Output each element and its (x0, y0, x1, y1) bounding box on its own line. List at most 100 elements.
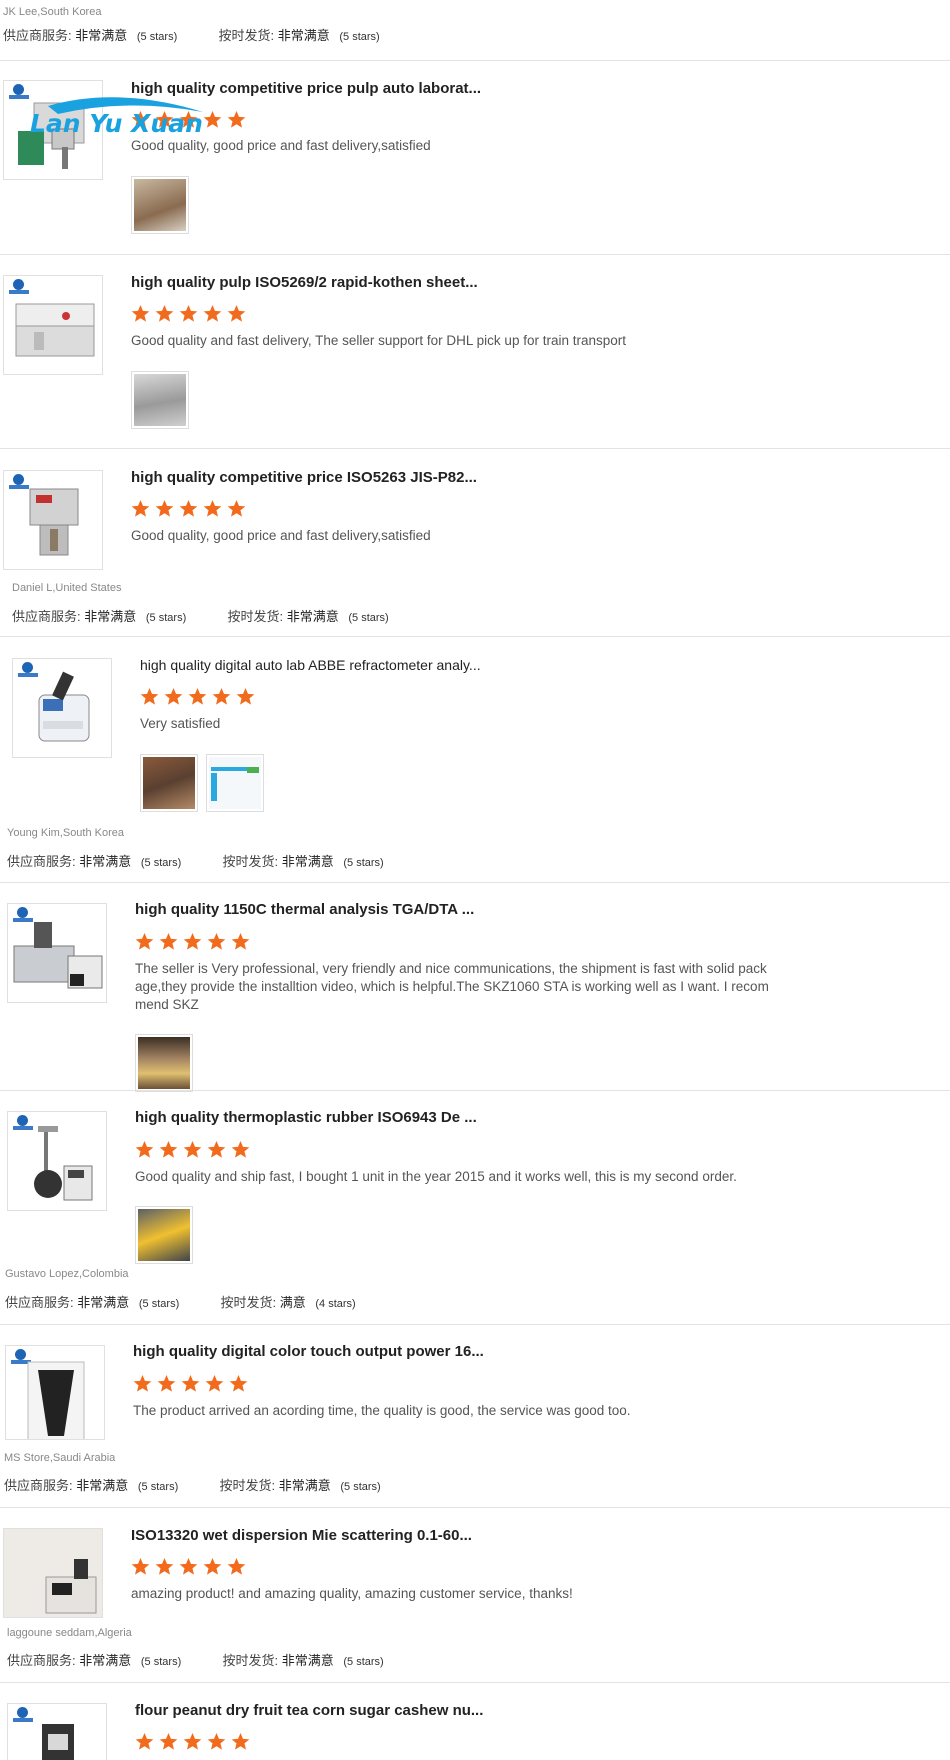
shipping-label: 按时发货: (222, 1653, 279, 1668)
review-comment: The seller is Very professional, very fr… (135, 961, 769, 1012)
divider (0, 636, 950, 637)
star-icon (227, 499, 246, 517)
product-thumbnail[interactable] (3, 470, 103, 570)
buyer-name: JK Lee,South Korea (3, 6, 102, 18)
supplier-service-stars: (5 stars) (137, 1481, 179, 1493)
supplier-service-stars: (5 stars) (145, 612, 187, 624)
shipping-stars: (5 stars) (339, 31, 380, 43)
rating-summary: 供应商服务: 非常满意 (5 stars) 按时发货: 满意 (4 stars) (5, 1292, 356, 1311)
review-photo[interactable] (131, 176, 189, 234)
star-icon (131, 304, 150, 322)
review-photo[interactable] (135, 1034, 193, 1092)
review-stars (131, 304, 251, 324)
star-icon (207, 932, 226, 950)
supplier-service-stars: (5 stars) (136, 31, 178, 43)
star-icon (183, 1140, 202, 1158)
product-thumbnail[interactable] (5, 1345, 105, 1440)
star-icon (155, 304, 174, 322)
product-thumbnail[interactable] (3, 1528, 103, 1618)
shipping-value: 非常满意 (278, 1478, 331, 1493)
product-thumbnail[interactable] (7, 1703, 107, 1760)
supplier-service-value: 非常满意 (79, 1653, 132, 1668)
star-icon (231, 1732, 250, 1750)
star-icon (164, 687, 183, 705)
review-photo[interactable] (206, 754, 264, 812)
star-icon (203, 304, 222, 322)
review-photo[interactable] (131, 371, 189, 429)
star-icon (135, 932, 154, 950)
product-title-link[interactable]: high quality thermoplastic rubber ISO694… (135, 1109, 477, 1126)
review-comment: amazing product! and amazing quality, am… (131, 1586, 573, 1601)
star-icon (179, 1557, 198, 1575)
supplier-service-value: 非常满意 (76, 1478, 129, 1493)
star-icon (207, 1732, 226, 1750)
star-icon (155, 1557, 174, 1575)
supplier-service-value: 非常满意 (79, 854, 132, 869)
supplier-service-label: 供应商服务: (7, 1653, 76, 1668)
divider (0, 60, 950, 61)
star-icon (231, 1140, 250, 1158)
star-icon (231, 932, 250, 950)
rating-summary: 供应商服务: 非常满意 (5 stars) 按时发货: 非常满意 (5 star… (7, 851, 384, 870)
product-title-link[interactable]: high quality 1150C thermal analysis TGA/… (135, 901, 474, 918)
shipping-label: 按时发货: (219, 1478, 276, 1493)
shipping-stars: (5 stars) (340, 1481, 381, 1493)
review-photo[interactable] (140, 754, 198, 812)
star-icon (188, 687, 207, 705)
review-stars (135, 932, 255, 952)
supplier-service-stars: (5 stars) (138, 1298, 180, 1310)
star-icon (227, 304, 246, 322)
shipping-value: 非常满意 (281, 1653, 334, 1668)
divider (0, 882, 950, 883)
review-stars (131, 1557, 251, 1577)
rating-summary: 供应商服务: 非常满意 (5 stars) 按时发货: 非常满意 (5 star… (12, 606, 389, 625)
review-comment: Good quality and ship fast, I bought 1 u… (135, 1169, 737, 1184)
product-title-link[interactable]: ISO13320 wet dispersion Mie scattering 0… (131, 1527, 472, 1544)
star-icon (179, 499, 198, 517)
star-icon (131, 499, 150, 517)
star-icon (229, 1374, 248, 1392)
star-icon (181, 1374, 200, 1392)
review-comment: Good quality, good price and fast delive… (131, 528, 431, 543)
product-thumbnail[interactable] (7, 1111, 107, 1211)
product-title-link[interactable]: high quality digital color touch output … (133, 1343, 484, 1360)
watermark-logo: Lan Yu Xuan (30, 97, 203, 138)
star-icon (159, 1732, 178, 1750)
buyer-name: Young Kim,South Korea (7, 827, 125, 839)
shipping-stars: (5 stars) (343, 857, 384, 869)
star-icon (183, 1732, 202, 1750)
shipping-stars: (4 stars) (315, 1298, 356, 1310)
rating-summary: 供应商服务: 非常满意 (5 stars) 按时发货: 非常满意 (5 star… (4, 1475, 381, 1494)
shipping-value: 非常满意 (277, 28, 330, 43)
supplier-service-stars: (5 stars) (140, 857, 182, 869)
supplier-service-stars: (5 stars) (140, 1656, 182, 1668)
supplier-service-value: 非常满意 (77, 1295, 130, 1310)
buyer-name: Gustavo Lopez,Colombia (5, 1268, 129, 1280)
shipping-value: 满意 (279, 1295, 306, 1310)
review-photo[interactable] (135, 1206, 193, 1264)
star-icon (135, 1140, 154, 1158)
shipping-stars: (5 stars) (343, 1656, 384, 1668)
product-title-link[interactable]: flour peanut dry fruit tea corn sugar ca… (135, 1702, 483, 1719)
product-title-link[interactable]: high quality pulp ISO5269/2 rapid-kothen… (131, 274, 478, 291)
star-icon (157, 1374, 176, 1392)
star-icon (155, 499, 174, 517)
divider (0, 1090, 950, 1091)
rating-summary: 供应商服务: 非常满意 (5 stars) 按时发货: 非常满意 (5 star… (7, 1650, 384, 1669)
product-title-link[interactable]: high quality digital auto lab ABBE refra… (140, 657, 481, 673)
review-comment: Good quality, good price and fast delive… (131, 138, 431, 153)
supplier-service-label: 供应商服务: (12, 609, 81, 624)
product-thumbnail[interactable] (12, 658, 112, 758)
shipping-stars: (5 stars) (348, 612, 389, 624)
star-icon (236, 687, 255, 705)
product-thumbnail[interactable] (7, 903, 107, 1003)
product-title-link[interactable]: high quality competitive price ISO5263 J… (131, 469, 477, 486)
product-thumbnail[interactable] (3, 275, 103, 375)
divider (0, 1507, 950, 1508)
star-icon (207, 1140, 226, 1158)
shipping-value: 非常满意 (286, 609, 339, 624)
rating-summary: 供应商服务: 非常满意 (5 stars) 按时发货: 非常满意 (5 star… (3, 25, 380, 44)
buyer-name: Daniel L,United States (12, 582, 122, 594)
divider (0, 1682, 950, 1683)
review-comment: Good quality and fast delivery, The sell… (131, 333, 626, 348)
